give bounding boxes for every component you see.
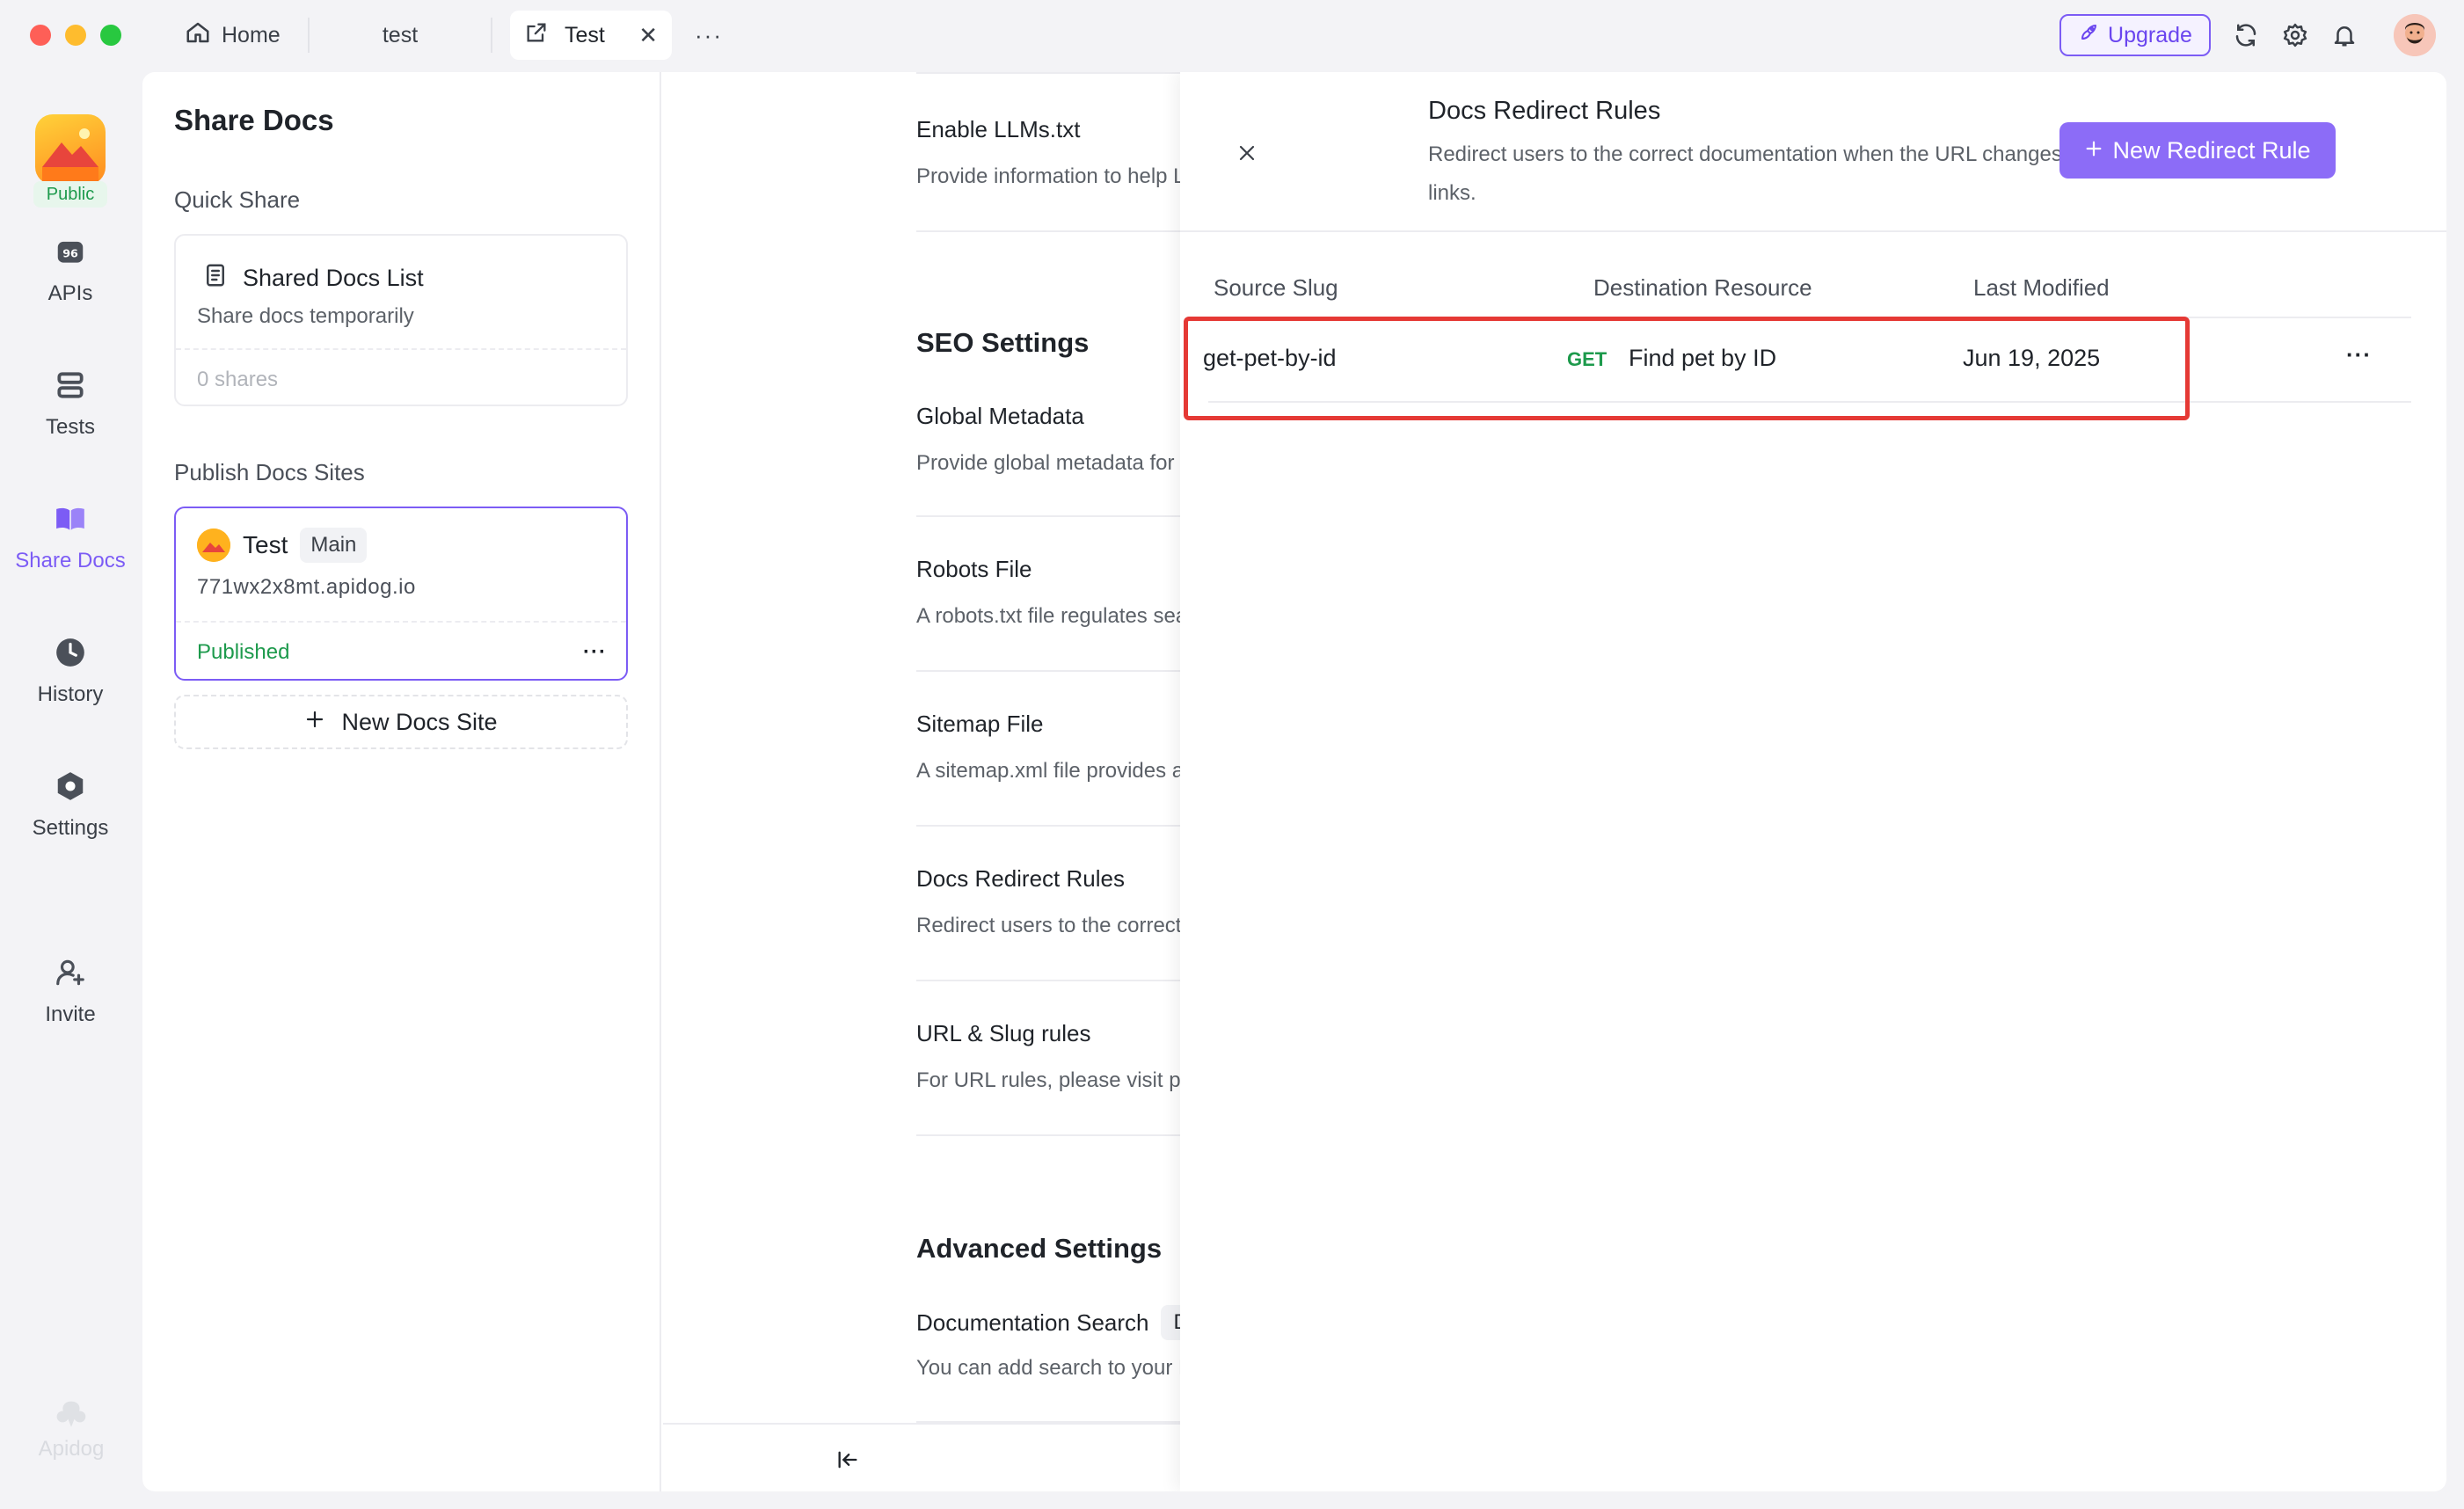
redirect-rules-drawer: Docs Redirect Rules Redirect users to th… [1180, 72, 2446, 1491]
tab-home-label: Home [222, 22, 281, 47]
rail-item-share-docs[interactable]: Share Docs [0, 501, 141, 573]
publish-docs-sites-label: Publish Docs Sites [174, 459, 365, 485]
divider [1180, 230, 2446, 232]
document-icon [202, 262, 229, 295]
api-icon: 96 [53, 234, 88, 269]
main-content: Share Docs Quick Share Shared Docs List … [142, 72, 2446, 1491]
upgrade-button[interactable]: Upgrade [2059, 14, 2211, 56]
branch-badge: Main [300, 528, 368, 563]
apidog-logo: Apidog [32, 1398, 111, 1462]
rail-item-settings[interactable]: Settings [0, 769, 141, 841]
shared-docs-list-title: Shared Docs List [243, 265, 424, 291]
http-method-badge: GET [1567, 348, 1607, 370]
new-docs-site-label: New Docs Site [341, 708, 498, 735]
rail-item-invite[interactable]: Invite [0, 955, 141, 1027]
table-row[interactable]: get-pet-by-id GET Find pet by ID Jun 19,… [1180, 318, 2446, 403]
project-logo[interactable] [35, 114, 106, 185]
window-close-button[interactable] [30, 25, 51, 46]
divider [176, 348, 626, 350]
user-avatar[interactable] [2394, 14, 2436, 56]
docs-site-header: Test Main [197, 528, 368, 563]
more-tabs-button[interactable]: ··· [695, 11, 723, 60]
sync-icon[interactable] [2230, 19, 2262, 51]
column-header-last-modified: Last Modified [1973, 274, 2110, 301]
close-icon[interactable] [1229, 135, 1265, 171]
external-share-icon [524, 20, 549, 51]
book-icon [53, 501, 88, 536]
plus-icon [2084, 137, 2103, 164]
upgrade-label: Upgrade [2108, 22, 2192, 47]
title-bar: Home test Test ✕ ··· Upgrade [0, 0, 2464, 70]
quick-share-label: Quick Share [174, 186, 301, 213]
plus-icon [304, 709, 325, 736]
divider [176, 621, 626, 623]
shared-docs-list-subtitle: Share docs temporarily [197, 304, 414, 328]
invite-user-icon [53, 955, 88, 990]
settings-icon [53, 769, 88, 804]
site-url[interactable]: 771wx2x8mt.apidog.io [197, 575, 416, 600]
gear-icon[interactable] [2279, 19, 2311, 51]
shares-count: 0 shares [197, 368, 279, 391]
tab-test-label: test [382, 22, 419, 47]
brand-name: Apidog [38, 1437, 105, 1461]
site-more-button[interactable]: ··· [583, 640, 607, 665]
destination-resource-cell[interactable]: Find pet by ID [1629, 345, 1776, 372]
site-name: Test [243, 531, 288, 558]
rail-item-label: History [37, 682, 104, 706]
divider [1208, 401, 2411, 403]
left-rail: Public 96 APIs Tests Share Docs History [0, 70, 141, 1509]
svg-text:96: 96 [62, 246, 78, 259]
setting-title: Documentation Search [916, 1309, 1149, 1336]
rail-item-history[interactable]: History [0, 635, 141, 707]
rail-item-label: Settings [32, 816, 109, 840]
row-more-button[interactable]: ··· [2346, 341, 2372, 368]
close-icon[interactable]: ✕ [638, 22, 658, 49]
tab-test-docs-active[interactable]: Test ✕ [510, 11, 672, 60]
site-logo [197, 529, 230, 562]
rail-item-apis[interactable]: 96 APIs [0, 234, 141, 306]
status-badge: Published [197, 640, 290, 664]
source-slug-cell: get-pet-by-id [1203, 345, 1337, 371]
clock-icon [53, 635, 88, 670]
collapse-left-icon[interactable] [832, 1444, 864, 1476]
seo-settings-heading: SEO Settings [916, 327, 1090, 358]
new-docs-site-button[interactable]: New Docs Site [174, 695, 628, 749]
new-redirect-rule-button[interactable]: New Redirect Rule [2059, 122, 2336, 179]
tests-icon [53, 368, 88, 403]
shared-docs-list-card[interactable]: Shared Docs List Share docs temporarily … [174, 234, 628, 406]
docs-site-card[interactable]: Test Main 771wx2x8mt.apidog.io Published… [174, 507, 628, 681]
window-minimize-button[interactable] [65, 25, 86, 46]
new-redirect-rule-label: New Redirect Rule [2112, 136, 2311, 164]
tab-test[interactable]: test [308, 18, 492, 53]
tab-active-label: Test [565, 22, 605, 47]
app-window: Home test Test ✕ ··· Upgrade Public 96 A… [0, 0, 2464, 1509]
visibility-badge: Public [33, 181, 107, 208]
rail-item-label: Invite [45, 1002, 96, 1026]
rail-item-label: Share Docs [15, 549, 126, 572]
drawer-title: Docs Redirect Rules [1428, 97, 1661, 125]
share-docs-panel: Share Docs Quick Share Shared Docs List … [142, 72, 661, 1491]
last-modified-cell: Jun 19, 2025 [1963, 345, 2101, 371]
shared-docs-list-header: Shared Docs List [202, 262, 424, 295]
column-header-destination-resource: Destination Resource [1593, 274, 1812, 301]
rocket-icon [2078, 22, 2099, 49]
home-icon [185, 19, 211, 52]
bell-icon[interactable] [2329, 19, 2360, 51]
rail-item-tests[interactable]: Tests [0, 368, 141, 440]
page-title: Share Docs [174, 104, 334, 136]
tab-home[interactable]: Home [185, 11, 281, 60]
rail-item-label: APIs [47, 281, 93, 305]
window-zoom-button[interactable] [100, 25, 121, 46]
rail-item-label: Tests [45, 415, 95, 439]
column-header-source-slug: Source Slug [1214, 274, 1338, 301]
advanced-settings-heading: Advanced Settings [916, 1233, 1163, 1264]
